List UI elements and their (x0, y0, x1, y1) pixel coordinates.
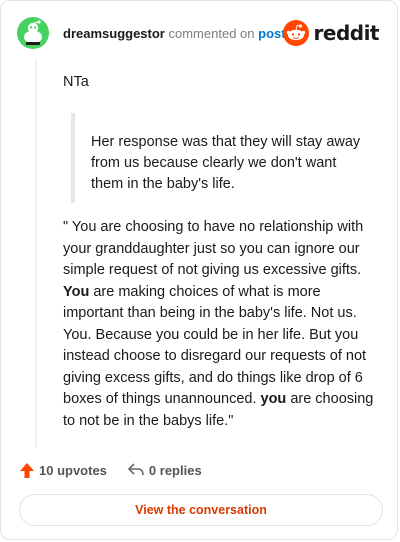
comment-paragraph: " You are choosing to have no relationsh… (63, 217, 375, 432)
paragraph-part-1: " You are choosing to have no relationsh… (63, 219, 364, 278)
reddit-logo[interactable]: reddit (282, 20, 380, 46)
brand-name: reddit (313, 21, 380, 45)
reddit-icon (282, 20, 309, 46)
comment-card: dreamsuggestor commented on post reddit … (0, 0, 398, 540)
upvote-count: 10 upvotes (39, 462, 107, 478)
username[interactable]: dreamsuggestor (63, 26, 165, 41)
reply-button[interactable]: 0 replies (127, 462, 202, 478)
paragraph-part-2: are making choices of what is more impor… (63, 283, 367, 408)
reply-arrow-icon (128, 463, 144, 476)
comment-header: dreamsuggestor commented on post reddit (15, 15, 383, 51)
comment-first-line: NTa (63, 74, 89, 90)
bold-you-1: You (63, 283, 90, 300)
avatar-icon[interactable] (17, 17, 49, 49)
post-link[interactable]: post (258, 26, 285, 41)
view-conversation-button[interactable]: View the conversation (19, 494, 383, 526)
comment-footer: 10 upvotes 0 replies (19, 459, 202, 481)
upvote-button[interactable]: 10 upvotes (19, 462, 107, 479)
reply-count: 0 replies (148, 462, 202, 478)
quote-text: Her response was that they will stay awa… (91, 134, 361, 192)
bold-you-2: you (260, 391, 287, 407)
blockquote: Her response was that they will stay awa… (71, 113, 371, 203)
upvote-arrow-icon (20, 462, 34, 478)
meta-verb: commented on (168, 26, 255, 41)
thread-line[interactable] (35, 59, 37, 447)
comment-meta: dreamsuggestor commented on post (63, 26, 286, 41)
